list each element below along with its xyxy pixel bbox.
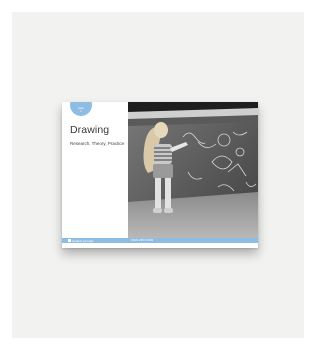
issue-badge-line2: 1 — [80, 110, 82, 113]
cover-photo — [128, 102, 258, 238]
publisher-name: intellect journals — [72, 238, 94, 243]
issue-badge: issue 1 — [70, 102, 92, 116]
publisher-logo: intellect journals — [68, 238, 94, 243]
cover-subtitle: Research, Theory, Practice — [70, 141, 125, 146]
cover-title: Drawing — [70, 124, 110, 136]
publisher-icon — [68, 239, 71, 242]
journal-cover[interactable]: issue 1 Drawing Research, Theory, Practi… — [62, 102, 258, 248]
cover-left-pane: issue 1 Drawing Research, Theory, Practi… — [62, 102, 128, 248]
issn-text: ISSN 2057-0384 — [131, 238, 154, 242]
